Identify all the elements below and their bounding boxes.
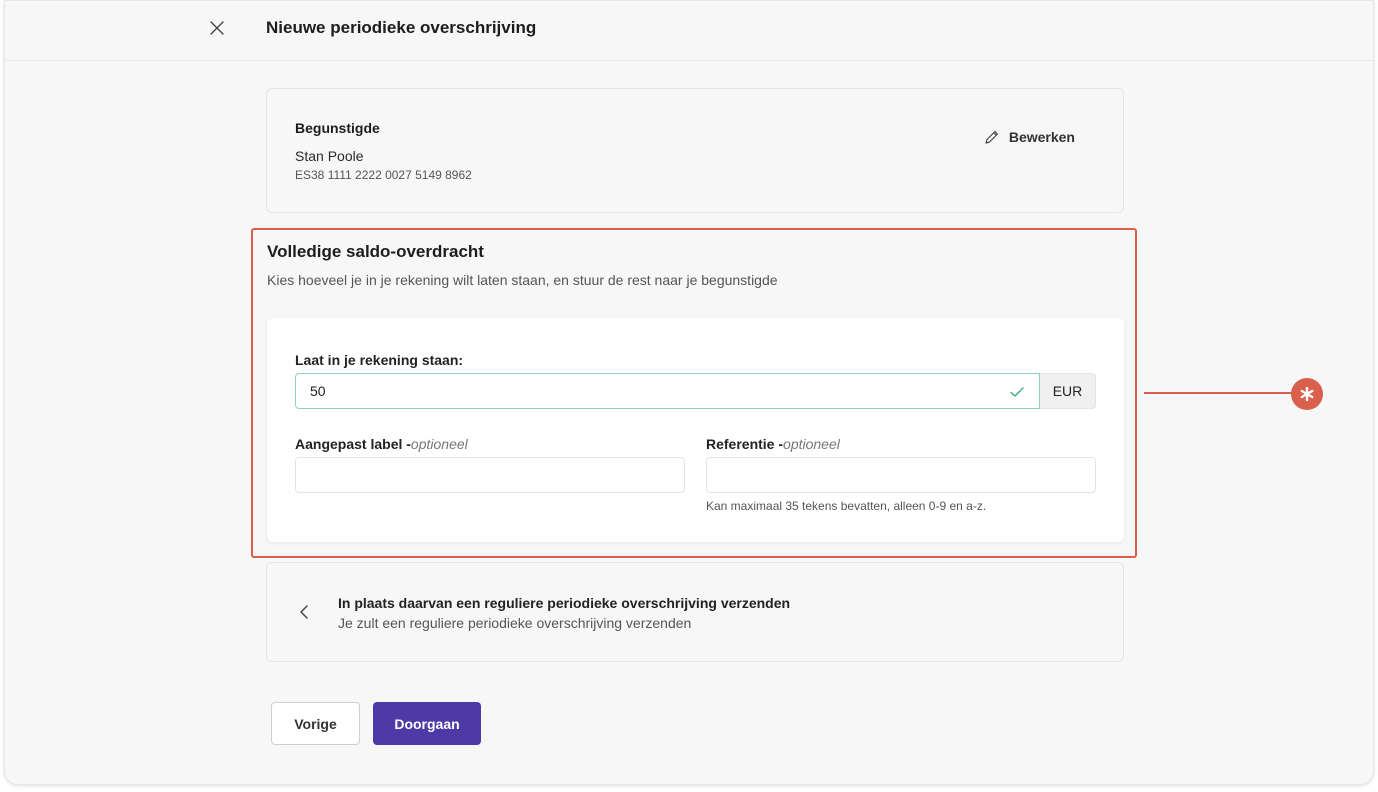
asterisk-icon — [1300, 387, 1314, 401]
currency-suffix: EUR — [1040, 373, 1096, 409]
amount-value: 50 — [310, 383, 326, 399]
custom-label-input[interactable] — [295, 457, 685, 493]
top-bar: Nieuwe periodieke overschrijving — [5, 1, 1373, 61]
close-icon — [210, 21, 224, 35]
beneficiary-card: Begunstigde Stan Poole ES38 1111 2222 00… — [266, 88, 1124, 213]
annotation-connector — [1144, 392, 1292, 394]
beneficiary-heading: Begunstigde — [295, 120, 380, 136]
reference-label: Referentie -optioneel — [706, 436, 840, 452]
annotation-marker — [1291, 378, 1323, 410]
full-transfer-subtitle: Kies hoeveel je in je rekening wilt late… — [267, 272, 778, 288]
custom-label-optional: optioneel — [410, 436, 468, 452]
amount-input[interactable]: 50 — [295, 373, 1040, 409]
edit-button[interactable]: Bewerken — [984, 129, 1075, 145]
chevron-left-icon — [300, 605, 308, 619]
reference-hint: Kan maximaal 35 tekens bevatten, alleen … — [706, 499, 987, 513]
reference-input[interactable] — [706, 457, 1096, 493]
beneficiary-name: Stan Poole — [295, 148, 364, 164]
previous-button[interactable]: Vorige — [271, 702, 360, 745]
beneficiary-iban: ES38 1111 2222 0027 5149 8962 — [295, 168, 472, 182]
edit-button-label: Bewerken — [1008, 129, 1075, 145]
continue-button[interactable]: Doorgaan — [373, 702, 481, 745]
transfer-window: Nieuwe periodieke overschrijving Begunst… — [4, 0, 1374, 785]
amount-label: Laat in je rekening staan: — [295, 352, 464, 368]
close-button[interactable] — [205, 16, 229, 40]
custom-label-label: Aangepast label -optioneel — [295, 436, 468, 452]
full-transfer-form: Laat in je rekening staan: 50 EUR Aangep… — [267, 318, 1124, 542]
check-icon — [1010, 387, 1024, 397]
pencil-icon — [985, 130, 998, 144]
page-title: Nieuwe periodieke overschrijving — [266, 18, 537, 37]
full-transfer-title: Volledige saldo-overdracht — [267, 242, 484, 261]
reference-label-text: Referentie - — [706, 436, 784, 452]
custom-label-text: Aangepast label - — [295, 436, 411, 452]
regular-option-subtitle: Je zult een reguliere periodieke oversch… — [338, 615, 692, 631]
regular-transfer-option[interactable]: In plaats daarvan een reguliere periodie… — [266, 562, 1124, 662]
regular-option-title: In plaats daarvan een reguliere periodie… — [338, 595, 791, 611]
reference-optional: optioneel — [783, 436, 840, 452]
